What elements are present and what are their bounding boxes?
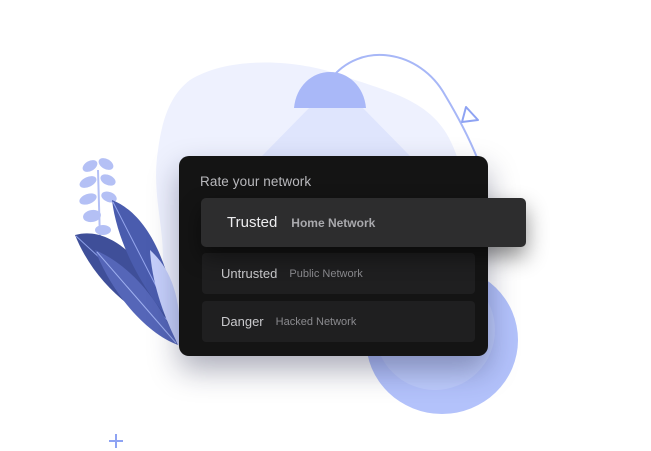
- option-sublabel: Public Network: [289, 267, 363, 280]
- triangle-outline-icon: [461, 106, 479, 123]
- network-rating-panel: Rate your network Untrusted Public Netwo…: [179, 156, 488, 356]
- sprig-illustration: [79, 158, 117, 241]
- option-sublabel: Home Network: [291, 215, 376, 230]
- plus-icon: [109, 434, 123, 448]
- panel-title: Rate your network: [200, 174, 312, 189]
- option-label: Untrusted: [221, 266, 278, 281]
- option-trusted[interactable]: Trusted Home Network: [201, 198, 526, 247]
- network-rating-stage: Rate your network Untrusted Public Netwo…: [0, 0, 651, 451]
- option-sublabel: Hacked Network: [275, 315, 357, 328]
- option-label: Danger: [221, 314, 264, 329]
- option-danger[interactable]: Danger Hacked Network: [202, 301, 475, 342]
- option-untrusted[interactable]: Untrusted Public Network: [202, 253, 475, 294]
- option-label: Trusted: [227, 214, 278, 231]
